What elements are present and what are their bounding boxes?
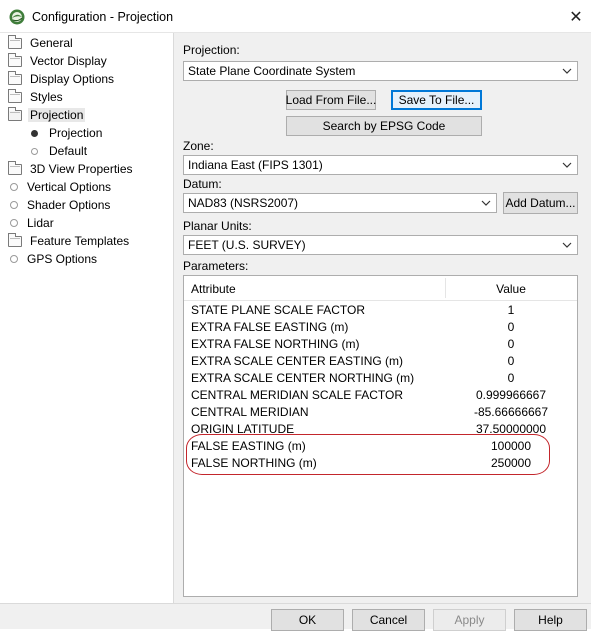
tree-item-feature-templates[interactable]: Feature Templates xyxy=(8,232,131,250)
folder-icon xyxy=(8,232,22,247)
folder-icon xyxy=(8,88,22,103)
column-header-value[interactable]: Value xyxy=(446,282,576,296)
bullet-filled-icon xyxy=(31,129,38,137)
bullet-empty-icon xyxy=(31,147,38,155)
value-cell: 0 xyxy=(507,337,515,351)
tree-item-shader-options[interactable]: Shader Options xyxy=(10,196,112,214)
load-from-file-button[interactable]: Load From File... xyxy=(286,90,376,110)
table-row[interactable]: CENTRAL MERIDIAN -85.66666667 xyxy=(184,404,577,421)
tree-item-label: Lidar xyxy=(27,216,54,230)
tree-item-label: Vertical Options xyxy=(27,180,112,194)
zone-select-value: Indiana East (FIPS 1301) xyxy=(188,158,323,172)
attribute-cell: EXTRA FALSE NORTHING (m) xyxy=(191,337,360,351)
parameters-label: Parameters: xyxy=(183,259,249,273)
chevron-down-icon xyxy=(562,162,572,168)
chevron-down-icon xyxy=(562,242,572,248)
value-cell: 0 xyxy=(507,371,515,385)
folder-icon xyxy=(8,160,22,175)
projection-select-value: State Plane Coordinate System xyxy=(188,64,356,78)
bullet-empty-icon xyxy=(10,219,18,227)
folder-icon xyxy=(8,52,22,67)
tree-item-gps-options[interactable]: GPS Options xyxy=(10,250,99,268)
zone-label: Zone: xyxy=(183,139,214,153)
annotation-highlight xyxy=(186,434,550,475)
value-cell: 1 xyxy=(507,303,515,317)
projection-label: Projection: xyxy=(183,43,240,57)
column-header-attribute[interactable]: Attribute xyxy=(191,282,236,296)
tree-item-label: Display Options xyxy=(30,72,115,86)
search-epsg-button[interactable]: Search by EPSG Code xyxy=(286,116,482,136)
table-row[interactable]: EXTRA SCALE CENTER NORTHING (m) 0 xyxy=(184,370,577,387)
projection-select[interactable]: State Plane Coordinate System xyxy=(183,61,578,81)
tree-item-default[interactable]: Default xyxy=(31,142,89,160)
tree-item-label: Vector Display xyxy=(30,54,107,68)
tree-item-label: Feature Templates xyxy=(30,234,130,248)
tree-item-projection-child[interactable]: Projection xyxy=(31,124,104,142)
chevron-down-icon xyxy=(481,200,491,206)
folder-icon xyxy=(8,34,22,49)
tree-item-general[interactable]: General xyxy=(8,34,75,52)
table-row[interactable]: EXTRA FALSE NORTHING (m) 0 xyxy=(184,336,577,353)
value-cell: 0 xyxy=(507,354,515,368)
table-row[interactable]: STATE PLANE SCALE FACTOR 1 xyxy=(184,302,577,319)
attribute-cell: CENTRAL MERIDIAN xyxy=(191,405,309,419)
tree-item-vector-display[interactable]: Vector Display xyxy=(8,52,109,70)
attribute-cell: EXTRA SCALE CENTER EASTING (m) xyxy=(191,354,404,368)
cancel-button[interactable]: Cancel xyxy=(352,609,425,631)
zone-select[interactable]: Indiana East (FIPS 1301) xyxy=(183,155,578,175)
table-row[interactable]: CENTRAL MERIDIAN SCALE FACTOR 0.99996666… xyxy=(184,387,577,404)
value-cell: 0 xyxy=(507,320,515,334)
close-icon: ✕ xyxy=(569,9,583,26)
tree-item-label: Default xyxy=(49,144,88,158)
attribute-cell: EXTRA FALSE EASTING (m) xyxy=(191,320,349,334)
table-header: Attribute Value xyxy=(184,276,577,301)
ok-button[interactable]: OK xyxy=(271,609,344,631)
add-datum-button[interactable]: Add Datum... xyxy=(503,192,578,214)
chevron-down-icon xyxy=(562,68,572,74)
tree-item-label: Shader Options xyxy=(27,198,111,212)
app-logo-icon xyxy=(9,9,25,25)
tree-item-label: Projection xyxy=(28,108,86,122)
tree-item-display-options[interactable]: Display Options xyxy=(8,70,116,88)
planar-units-label: Planar Units: xyxy=(183,219,252,233)
window-title: Configuration - Projection xyxy=(32,10,174,24)
datum-select-value: NAD83 (NSRS2007) xyxy=(188,196,299,210)
apply-button[interactable]: Apply xyxy=(433,609,506,631)
folder-icon xyxy=(8,70,22,85)
bullet-empty-icon xyxy=(10,183,18,191)
attribute-cell: STATE PLANE SCALE FACTOR xyxy=(191,303,366,317)
datum-label: Datum: xyxy=(183,177,222,191)
planar-units-select-value: FEET (U.S. SURVEY) xyxy=(188,238,306,252)
datum-select[interactable]: NAD83 (NSRS2007) xyxy=(183,193,497,213)
tree-item-vertical-options[interactable]: Vertical Options xyxy=(10,178,113,196)
value-cell: 0.999966667 xyxy=(475,388,547,402)
close-button[interactable]: ✕ xyxy=(563,5,589,29)
tree-item-projection[interactable]: Projection xyxy=(8,106,86,124)
bullet-empty-icon xyxy=(10,255,18,263)
tree-item-label: 3D View Properties xyxy=(30,162,133,176)
tree-item-lidar[interactable]: Lidar xyxy=(10,214,56,232)
save-to-file-button[interactable]: Save To File... xyxy=(391,90,482,110)
attribute-cell: CENTRAL MERIDIAN SCALE FACTOR xyxy=(191,388,404,402)
planar-units-select[interactable]: FEET (U.S. SURVEY) xyxy=(183,235,578,255)
tree-item-label: General xyxy=(30,36,73,50)
tree-item-3d-view-properties[interactable]: 3D View Properties xyxy=(8,160,135,178)
tree-item-styles[interactable]: Styles xyxy=(8,88,65,106)
help-button[interactable]: Help xyxy=(514,609,587,631)
tree-item-label: GPS Options xyxy=(27,252,98,266)
table-row[interactable]: EXTRA SCALE CENTER EASTING (m) 0 xyxy=(184,353,577,370)
bullet-empty-icon xyxy=(10,201,18,209)
folder-open-icon xyxy=(8,106,22,121)
tree-item-label: Styles xyxy=(30,90,63,104)
table-row[interactable]: EXTRA FALSE EASTING (m) 0 xyxy=(184,319,577,336)
tree-item-label: Projection xyxy=(49,126,103,140)
value-cell: -85.66666667 xyxy=(473,405,549,419)
attribute-cell: EXTRA SCALE CENTER NORTHING (m) xyxy=(191,371,415,385)
